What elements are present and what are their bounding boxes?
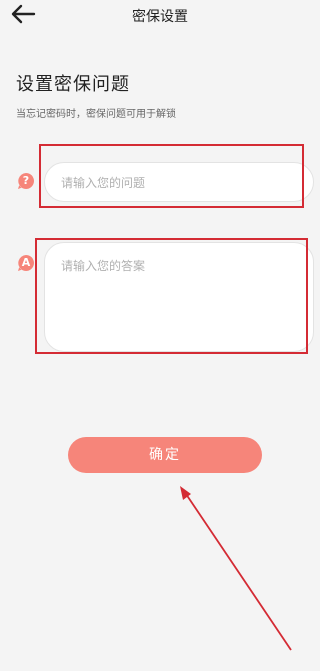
question-badge-icon: ? [17, 172, 35, 190]
confirm-button[interactable]: 确定 [68, 437, 262, 473]
annotation-box-question [39, 144, 304, 208]
answer-badge-label: A [21, 256, 31, 269]
annotation-box-answer [35, 238, 308, 354]
section-title: 设置密保问题 [16, 74, 130, 95]
question-badge-label: ? [22, 174, 30, 187]
top-nav-bar: 密保设置 [0, 0, 320, 30]
page-nav-title: 密保设置 [132, 9, 188, 25]
section-subtitle: 当忘记密码时，密保问题可用于解锁 [16, 109, 176, 120]
answer-badge-icon: A [17, 254, 35, 272]
